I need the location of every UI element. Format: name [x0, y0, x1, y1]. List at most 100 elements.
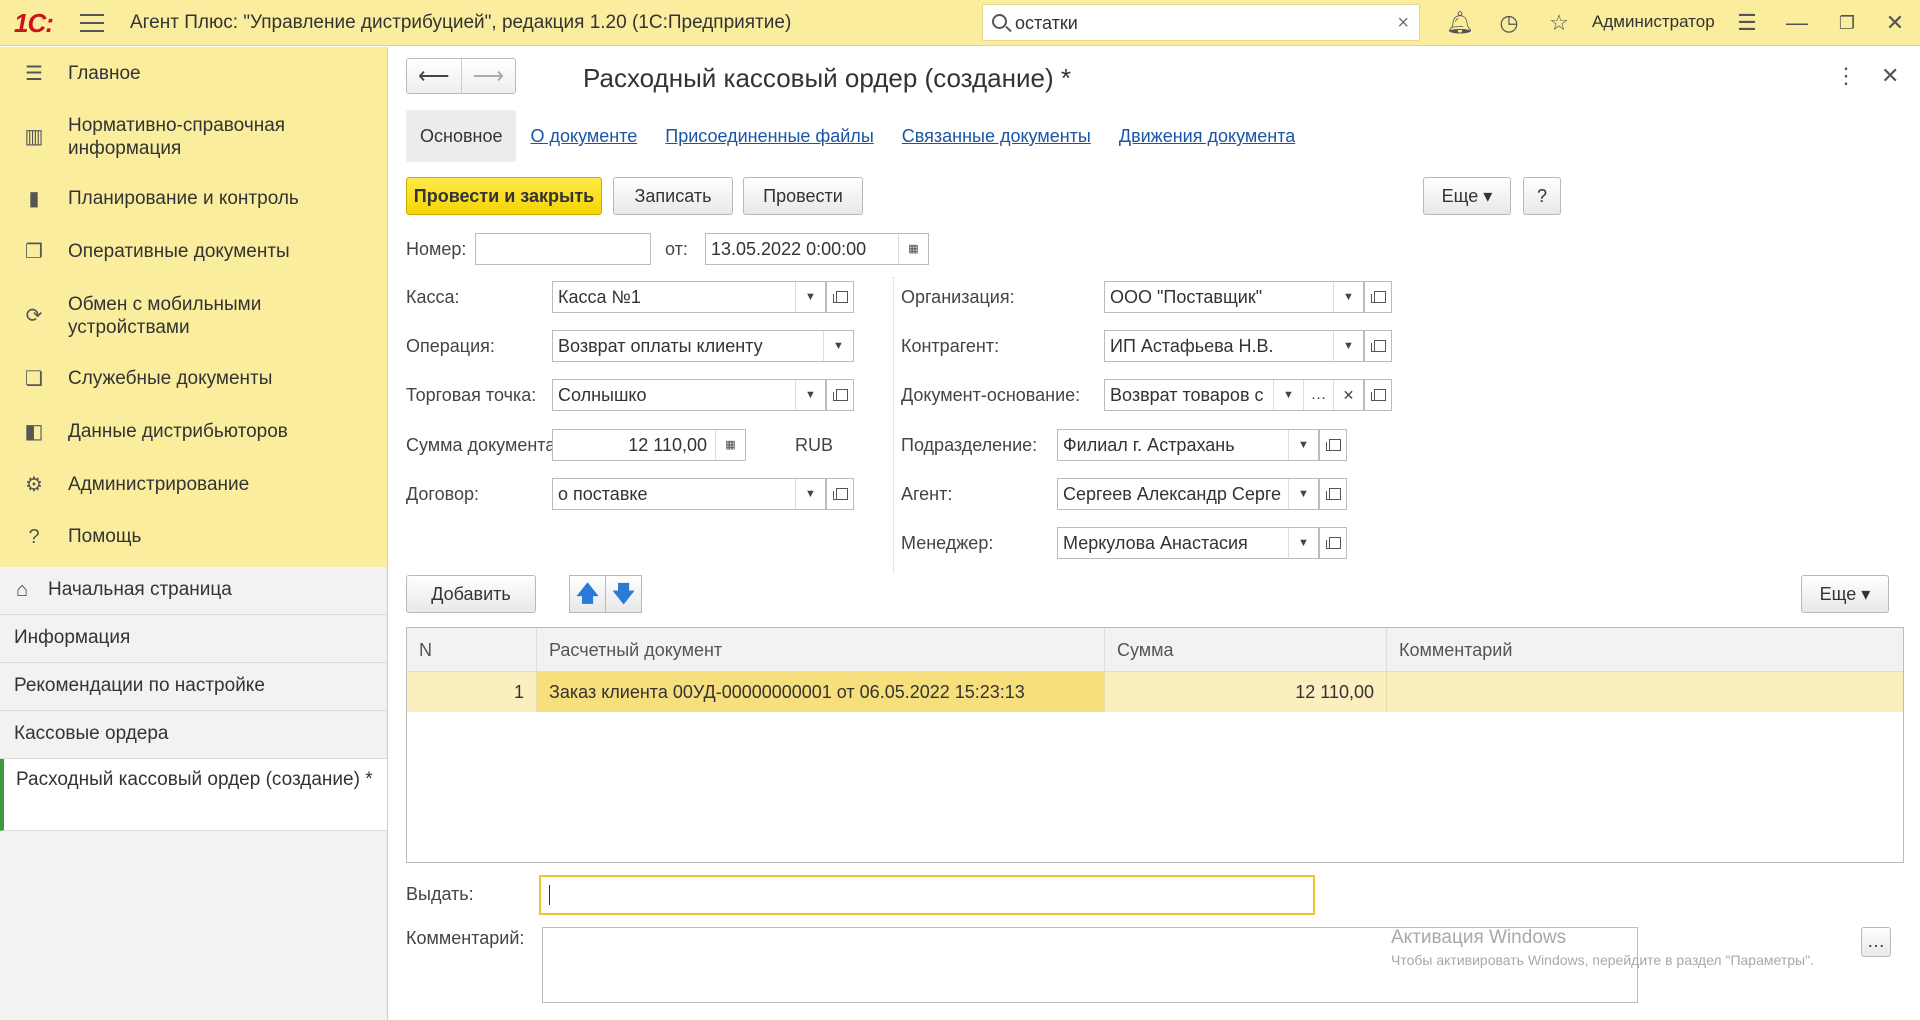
- clear-icon[interactable]: ✕: [1333, 380, 1363, 410]
- row-document[interactable]: Заказ клиента 00УД-00000000001 от 06.05.…: [537, 672, 1105, 712]
- close-form-icon[interactable]: ✕: [1881, 63, 1899, 89]
- search-input[interactable]: [1015, 11, 1375, 35]
- chevron-down-icon[interactable]: ▼: [1333, 282, 1363, 312]
- table-row[interactable]: 1 Заказ клиента 00УД-00000000001 от 06.0…: [407, 672, 1903, 712]
- help-button[interactable]: ?: [1523, 177, 1561, 215]
- tab-about[interactable]: О документе: [516, 110, 651, 162]
- open-window-expense-order[interactable]: Расходный кассовый ордер (создание) *: [0, 759, 387, 831]
- contract-field[interactable]: о поставке ▼: [552, 478, 826, 510]
- user-name[interactable]: Администратор: [1592, 12, 1715, 32]
- main-menu-icon[interactable]: [80, 14, 104, 32]
- chevron-down-icon[interactable]: ▼: [1288, 430, 1318, 460]
- open-icon[interactable]: [826, 281, 854, 313]
- chevron-down-icon[interactable]: ▼: [1288, 528, 1318, 558]
- restore-icon[interactable]: ❐: [1834, 10, 1860, 36]
- section-mobile-exchange[interactable]: ⟳ Обмен с мобильными устройствами: [0, 279, 387, 353]
- issue-to-input[interactable]: [539, 875, 1315, 915]
- move-down-icon[interactable]: 🡇: [605, 575, 642, 613]
- table-more-button[interactable]: Еще ▾: [1801, 575, 1889, 613]
- amount-field[interactable]: 12 110,00 ▦: [552, 429, 746, 461]
- outlet-label: Торговая точка:: [406, 385, 537, 405]
- calculator-icon[interactable]: ▦: [715, 430, 745, 460]
- open-icon[interactable]: [1364, 330, 1392, 362]
- back-arrow-icon[interactable]: ⟵: [407, 59, 462, 93]
- section-main[interactable]: ☰ Главное: [0, 47, 387, 101]
- section-planning[interactable]: ▮ Планирование и контроль: [0, 173, 387, 225]
- chart-icon: ▮: [28, 188, 40, 210]
- history-icon[interactable]: ◷: [1496, 10, 1522, 36]
- section-label: Администрирование: [68, 474, 250, 495]
- forward-arrow-icon[interactable]: ⟶: [462, 59, 516, 93]
- column-header[interactable]: Комментарий: [1387, 628, 1903, 671]
- calendar-icon[interactable]: ▦: [898, 234, 928, 264]
- section-distributors[interactable]: ◧ Данные дистрибьюторов: [0, 405, 387, 459]
- basis-doc-field[interactable]: Возврат товаров с ▼ … ✕: [1104, 379, 1364, 411]
- text-cursor: [549, 885, 550, 905]
- open-window-recommendations[interactable]: Рекомендации по настройке: [0, 663, 387, 711]
- chevron-down-icon[interactable]: ▼: [795, 380, 825, 410]
- section-operational[interactable]: ❐ Оперативные документы: [0, 225, 387, 279]
- agent-value: Сергеев Александр Серге: [1063, 484, 1282, 504]
- tab-attached-files[interactable]: Присоединенные файлы: [651, 110, 888, 162]
- chevron-down-icon[interactable]: ▼: [823, 331, 853, 361]
- counterparty-field[interactable]: ИП Астафьева Н.В. ▼: [1104, 330, 1364, 362]
- move-up-icon[interactable]: 🡅: [569, 575, 606, 613]
- close-app-icon[interactable]: ✕: [1882, 10, 1908, 36]
- column-header[interactable]: Сумма: [1105, 628, 1387, 671]
- comment-edit-ellipsis-icon[interactable]: …: [1861, 927, 1891, 957]
- column-header[interactable]: N: [407, 628, 537, 671]
- open-icon[interactable]: [1364, 281, 1392, 313]
- chevron-down-icon[interactable]: ▼: [1273, 380, 1303, 410]
- more-button[interactable]: Еще ▾: [1423, 177, 1511, 215]
- star-icon[interactable]: ☆: [1546, 10, 1572, 36]
- tab-main[interactable]: Основное: [406, 110, 517, 162]
- more-actions-icon[interactable]: ⋮: [1835, 63, 1857, 89]
- bell-icon[interactable]: 🔔︎: [1446, 10, 1474, 36]
- search-box[interactable]: ×: [982, 4, 1420, 41]
- manager-field[interactable]: Меркулова Анастасия ▼: [1057, 527, 1319, 559]
- open-icon[interactable]: [1364, 379, 1392, 411]
- chevron-down-icon[interactable]: ▼: [1333, 331, 1363, 361]
- save-button[interactable]: Записать: [613, 177, 733, 215]
- column-header[interactable]: Расчетный документ: [537, 628, 1105, 671]
- select-ellipsis-icon[interactable]: …: [1303, 380, 1333, 410]
- section-administration[interactable]: ⚙ Администрирование: [0, 459, 387, 511]
- open-icon[interactable]: [1319, 527, 1347, 559]
- open-icon[interactable]: [826, 379, 854, 411]
- open-icon[interactable]: [826, 478, 854, 510]
- minimize-icon[interactable]: —: [1784, 10, 1810, 36]
- clear-search-icon[interactable]: ×: [1397, 12, 1409, 35]
- tab-movements[interactable]: Движения документа: [1105, 110, 1309, 162]
- date-field[interactable]: 13.05.2022 0:00:00 ▦: [705, 233, 929, 265]
- agent-field[interactable]: Сергеев Александр Серге ▼: [1057, 478, 1319, 510]
- cashbox-field[interactable]: Касса №1 ▼: [552, 281, 826, 313]
- operation-field[interactable]: Возврат оплаты клиенту ▼: [552, 330, 854, 362]
- section-reference[interactable]: ▥ Нормативно-справочная информация: [0, 101, 387, 173]
- add-row-button[interactable]: Добавить: [406, 575, 536, 613]
- department-field[interactable]: Филиал г. Астрахань ▼: [1057, 429, 1319, 461]
- tab-related-docs[interactable]: Связанные документы: [888, 110, 1105, 162]
- amount-value: 12 110,00: [628, 435, 707, 455]
- app-logo[interactable]: 1С:: [14, 8, 54, 39]
- outlet-field[interactable]: Солнышко ▼: [552, 379, 826, 411]
- post-button[interactable]: Провести: [743, 177, 863, 215]
- number-field[interactable]: [475, 233, 651, 265]
- open-icon[interactable]: [1319, 429, 1347, 461]
- open-window-info[interactable]: Информация: [0, 615, 387, 663]
- organization-field[interactable]: ООО "Поставщик" ▼: [1104, 281, 1364, 313]
- chevron-down-icon[interactable]: ▼: [795, 479, 825, 509]
- cashbox-value: Касса №1: [558, 287, 641, 307]
- section-service-docs[interactable]: ❏ Служебные документы: [0, 353, 387, 405]
- open-window-home[interactable]: ⌂ Начальная страница: [0, 567, 387, 615]
- chevron-down-icon[interactable]: ▼: [795, 282, 825, 312]
- row-sum[interactable]: 12 110,00: [1105, 672, 1387, 712]
- section-help[interactable]: ? Помощь: [0, 511, 387, 563]
- row-number[interactable]: 1: [407, 672, 537, 712]
- post-and-close-button[interactable]: Провести и закрыть: [406, 177, 602, 215]
- settlement-table[interactable]: N Расчетный документ Сумма Комментарий 1…: [406, 627, 1904, 863]
- open-window-cash-orders[interactable]: Кассовые ордера: [0, 711, 387, 759]
- settings-menu-icon[interactable]: ☰: [1734, 10, 1760, 36]
- row-comment[interactable]: [1387, 672, 1903, 712]
- open-icon[interactable]: [1319, 478, 1347, 510]
- chevron-down-icon[interactable]: ▼: [1288, 479, 1318, 509]
